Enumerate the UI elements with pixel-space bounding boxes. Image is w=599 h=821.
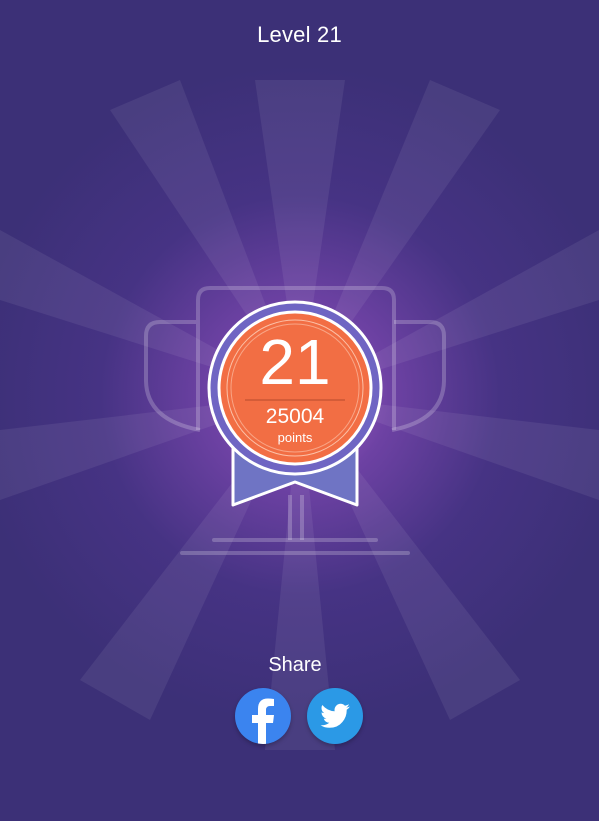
medal-points-value: 25004 xyxy=(265,405,325,428)
level-complete-screen: Level 21 21 25004 points Share xyxy=(0,0,599,821)
facebook-icon xyxy=(252,698,274,744)
twitter-icon xyxy=(320,703,350,728)
twitter-share-button[interactable] xyxy=(307,688,363,744)
medal-points-label: points xyxy=(277,430,313,445)
medal-level-number: 21 xyxy=(259,326,331,398)
facebook-share-button[interactable] xyxy=(235,688,291,744)
share-label: Share xyxy=(268,654,322,676)
